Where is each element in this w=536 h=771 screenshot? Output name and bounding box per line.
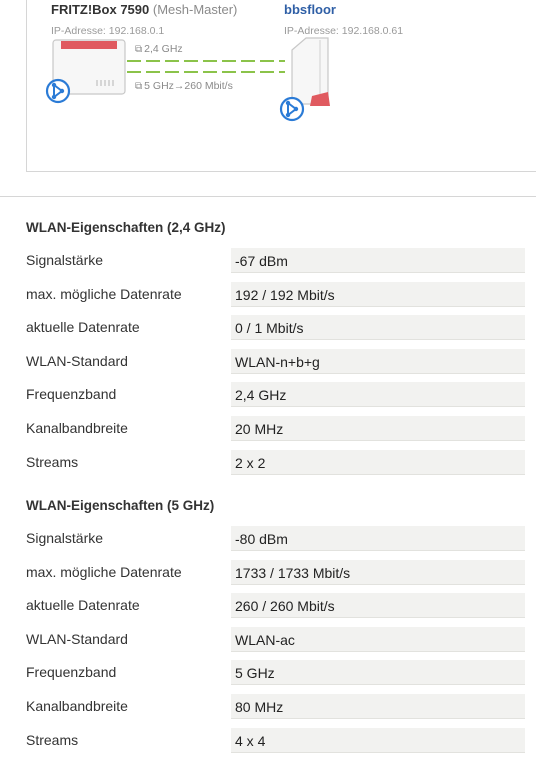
table-row: Frequenzband 5 GHz <box>0 660 536 686</box>
row-label: Frequenzband <box>26 386 117 402</box>
row-value: -80 dBm <box>231 526 525 551</box>
repeater-device-name[interactable]: bbsfloor <box>284 2 336 17</box>
mesh-icon <box>45 78 71 104</box>
table-row: aktuelle Datenrate 0 / 1 Mbit/s <box>0 315 536 341</box>
row-label: Frequenzband <box>26 664 117 680</box>
row-value: 20 MHz <box>231 416 525 441</box>
mesh-icon <box>279 96 305 122</box>
table-row: WLAN-Standard WLAN-n+b+g <box>0 349 536 375</box>
row-label: Signalstärke <box>26 530 104 546</box>
table-row: aktuelle Datenrate 260 / 260 Mbit/s <box>0 593 536 619</box>
row-label: Kanalbandbreite <box>26 698 128 714</box>
row-label: max. mögliche Datenrate <box>26 286 182 302</box>
row-value: 2,4 GHz <box>231 382 525 407</box>
row-label: Signalstärke <box>26 252 104 268</box>
row-label: Streams <box>26 732 79 748</box>
row-value: 192 / 192 Mbit/s <box>231 282 525 307</box>
table-row: Signalstärke -80 dBm <box>0 526 536 552</box>
table-row: Kanalbandbreite 80 MHz <box>0 694 536 720</box>
table-row: Frequenzband 2,4 GHz <box>0 382 536 408</box>
row-value: 4 x 4 <box>231 728 525 753</box>
row-value: 2 x 2 <box>231 450 525 475</box>
row-value: WLAN-n+b+g <box>231 349 525 374</box>
row-label: aktuelle Datenrate <box>26 597 140 613</box>
link-5ghz-label: ⧉ 5 GHz→260 Mbit/s <box>135 80 233 92</box>
table-row: WLAN-Standard WLAN-ac <box>0 627 536 653</box>
table-row: Kanalbandbreite 20 MHz <box>0 416 536 442</box>
table-row: Signalstärke -67 dBm <box>0 248 536 274</box>
section-title-24ghz: WLAN-Eigenschaften (2,4 GHz) <box>26 220 226 235</box>
master-device-title[interactable]: FRITZ!Box 7590 (Mesh-Master) <box>51 2 237 17</box>
row-label: WLAN-Standard <box>26 631 128 647</box>
wifi-icon: ⧉ <box>135 80 143 92</box>
row-label: Streams <box>26 454 79 470</box>
row-value: 1733 / 1733 Mbit/s <box>231 560 525 585</box>
master-device-name: FRITZ!Box 7590 <box>51 2 150 17</box>
row-label: WLAN-Standard <box>26 353 128 369</box>
section-title-5ghz: WLAN-Eigenschaften (5 GHz) <box>26 498 215 513</box>
table-row: Streams 2 x 2 <box>0 450 536 476</box>
table-row: Streams 4 x 4 <box>0 728 536 754</box>
link-24ghz-label: ⧉ 2,4 GHz <box>135 43 183 55</box>
row-value: 80 MHz <box>231 694 525 719</box>
row-value: 0 / 1 Mbit/s <box>231 315 525 340</box>
row-label: Kanalbandbreite <box>26 420 128 436</box>
master-device-role: (Mesh-Master) <box>152 2 238 17</box>
section-divider <box>0 196 536 197</box>
wifi-icon: ⧉ <box>135 43 143 55</box>
row-label: aktuelle Datenrate <box>26 319 140 335</box>
row-label: max. mögliche Datenrate <box>26 564 182 580</box>
mesh-link-lines <box>127 60 285 73</box>
row-value: 260 / 260 Mbit/s <box>231 593 525 618</box>
table-row: max. mögliche Datenrate 1733 / 1733 Mbit/… <box>0 560 536 586</box>
mesh-diagram: FRITZ!Box 7590 (Mesh-Master) IP-Adresse:… <box>26 0 536 172</box>
table-row: max. mögliche Datenrate 192 / 192 Mbit/s <box>0 282 536 308</box>
row-value: 5 GHz <box>231 660 525 685</box>
row-value: -67 dBm <box>231 248 525 273</box>
row-value: WLAN-ac <box>231 627 525 652</box>
